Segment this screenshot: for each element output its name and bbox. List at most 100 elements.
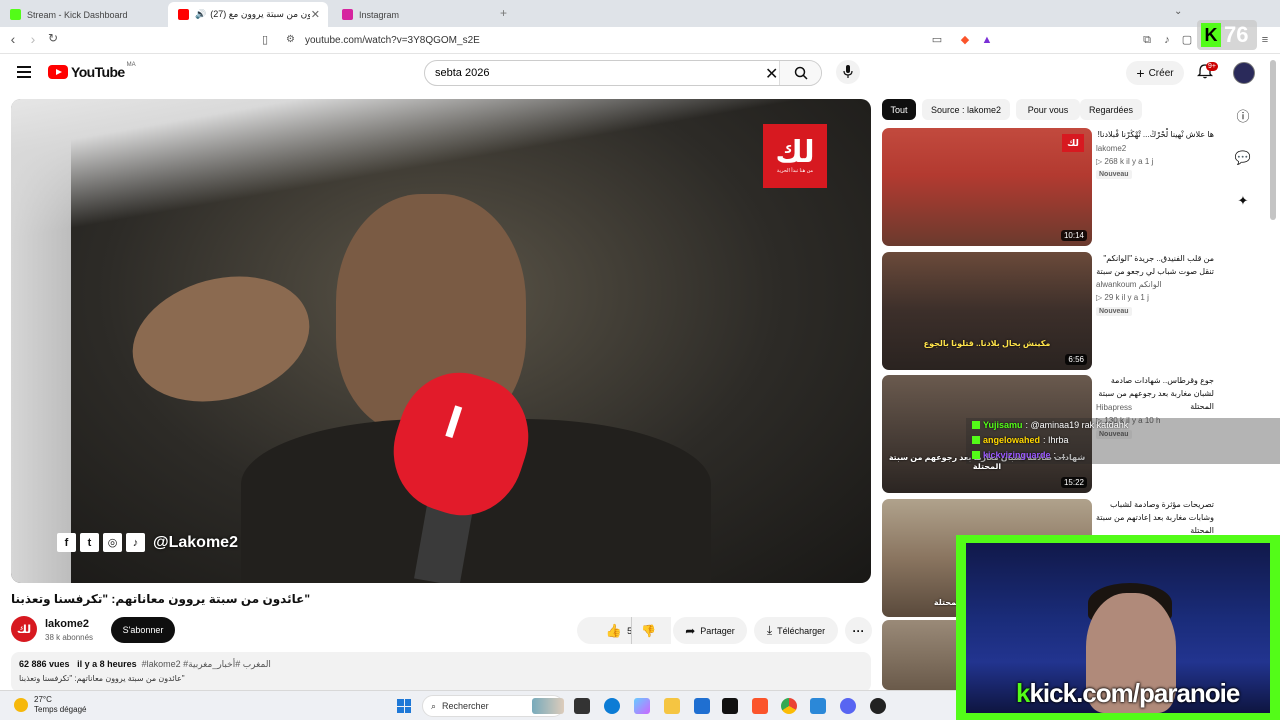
site-info-icon[interactable]: ⚙	[286, 34, 295, 45]
subscriber-count: 38 k abonnés	[45, 633, 94, 642]
brave-shield-icon[interactable]: ◆	[958, 33, 972, 47]
kick-badge-icon	[972, 421, 980, 429]
recommendation-title[interactable]: ها علاش نْهينا لْحْرْڭ... تْهْڭرْنا فْبل…	[1096, 128, 1214, 141]
tab-youtube-video[interactable]: 🔊 (27) عائدون من سبتة يروون مع... ✕	[168, 2, 328, 27]
brave-browser-icon[interactable]	[752, 698, 768, 714]
media-icon[interactable]: ♪	[1160, 33, 1174, 47]
channel-name[interactable]: lakome2	[45, 618, 89, 630]
close-tab-icon[interactable]: ✕	[311, 8, 320, 21]
chat-icon[interactable]: 💬	[1234, 149, 1252, 167]
kick-favicon-icon	[10, 9, 21, 20]
share-button[interactable]: ➦ Partager	[673, 617, 747, 644]
cast-icon[interactable]: ▭	[930, 33, 944, 47]
recommendation-channel[interactable]: lakome2	[1096, 144, 1126, 153]
forward-button[interactable]: ›	[24, 31, 42, 47]
recommendation-title[interactable]: تصريحات مؤثرة وصادمة لشباب وشابات مغاربة…	[1096, 498, 1214, 537]
hashtags[interactable]: #lakome2 #المغرب #أخبار_مغربية	[142, 659, 271, 669]
thumbs-up-icon: 👍	[605, 622, 623, 638]
youtube-logo[interactable]: YouTube MA	[48, 62, 136, 80]
kick-viewer-badge: K 76	[1197, 20, 1257, 50]
capcut-icon[interactable]	[722, 698, 738, 714]
kick-url-overlay: kkick.com/paranoie	[1016, 678, 1240, 709]
tab-kick-dashboard[interactable]: Stream - Kick Dashboard	[0, 2, 165, 27]
mail-icon[interactable]	[810, 698, 826, 714]
copilot-icon[interactable]	[634, 698, 650, 714]
browser-menu-icon[interactable]: ≡	[1258, 33, 1272, 47]
chevron-down-icon[interactable]: ⌄	[1174, 6, 1182, 17]
tab-label: (27) عائدون من سبتة يروون مع...	[210, 9, 311, 19]
new-badge: Nouveau	[1096, 170, 1132, 179]
store-icon[interactable]	[694, 698, 710, 714]
file-explorer-icon[interactable]	[664, 698, 680, 714]
youtube-header: YouTube MA ✕ + Créer 9+	[0, 54, 1268, 94]
channel-avatar[interactable]: لك	[11, 616, 37, 642]
recommendation-title[interactable]: من قلب الفنيدق.. جريدة "الوانكم" تنقل صو…	[1096, 252, 1214, 278]
search-box: ✕	[424, 60, 822, 86]
extensions-icon[interactable]: ⧉	[1140, 33, 1154, 47]
thumbnail-caption: مكينش بحال بلادنا.. قتلونا بالجوع	[923, 339, 1051, 348]
search-button[interactable]	[779, 61, 821, 85]
download-button[interactable]: ⤓ Télécharger	[754, 617, 838, 644]
new-tab-button[interactable]: +	[500, 6, 507, 20]
chat-username: kickvizinguarde	[983, 450, 1051, 460]
discord-icon[interactable]	[840, 698, 856, 714]
reload-button[interactable]: ↻	[44, 31, 62, 45]
weather-condition: Temps dégagé	[34, 705, 87, 714]
description-box[interactable]: 62 886 vues il y a 8 heures #lakome2 #ال…	[11, 652, 871, 692]
create-label: Créer	[1148, 67, 1174, 79]
search-highlight-icon[interactable]	[532, 698, 564, 714]
hamburger-menu-icon[interactable]	[17, 66, 31, 78]
browser-tab-bar: Stream - Kick Dashboard 🔊 (27) عائدون من…	[0, 0, 1280, 27]
chip-watched[interactable]: Regardées	[1080, 99, 1142, 120]
country-code: MA	[126, 62, 136, 68]
chrome-icon[interactable]	[781, 698, 797, 714]
clear-search-icon[interactable]: ✕	[765, 64, 778, 84]
create-button[interactable]: + Créer	[1126, 61, 1184, 85]
brave-rewards-icon[interactable]: ▲	[980, 33, 994, 47]
video-player[interactable]: ا لك من هنا تبدأ الحرية f t ◎ ♪ @Lakome2	[11, 99, 871, 583]
channel-watermark: لك من هنا تبدأ الحرية	[763, 124, 827, 188]
recommendation-channel[interactable]: alwankoum الوانكم	[1096, 280, 1162, 289]
back-button[interactable]: ‹	[4, 31, 22, 47]
chat-text: : Ihrba	[1043, 435, 1069, 445]
page-scrollbar[interactable]	[1270, 60, 1276, 220]
dislike-button[interactable]: 👎	[631, 617, 665, 644]
windows-start-icon[interactable]	[397, 699, 411, 713]
bookmark-icon[interactable]: ▯	[258, 33, 272, 47]
social-handles: f t ◎ ♪ @Lakome2	[57, 533, 238, 552]
sidebar-toggle-icon[interactable]: ▢	[1180, 33, 1194, 47]
voice-search-button[interactable]	[836, 60, 860, 84]
obs-icon[interactable]	[870, 698, 886, 714]
tab-instagram[interactable]: Instagram	[332, 2, 492, 27]
chat-message: angelowahed : Ihrba	[972, 435, 1069, 445]
download-icon: ⤓	[766, 623, 773, 637]
url-field[interactable]: ⚙ youtube.com/watch?v=3Y8QGOM_s2E	[280, 31, 1000, 50]
more-actions-button[interactable]: ···	[845, 617, 872, 644]
weather-widget[interactable]: 27°C Temps dégagé	[14, 695, 86, 715]
chat-username: angelowahed	[983, 435, 1041, 445]
chip-source[interactable]: Source : lakome2	[922, 99, 1010, 120]
sparkle-icon[interactable]: ✦	[1234, 192, 1252, 210]
search-icon: ⌕	[431, 700, 437, 711]
chat-text: : ...	[1053, 450, 1067, 460]
social-handle: @Lakome2	[153, 533, 238, 551]
kick-badge-icon	[972, 451, 980, 459]
recommendation-channel[interactable]: Hibapress	[1096, 403, 1132, 412]
video-duration: 15:22	[1060, 477, 1087, 488]
video-duration: 10:14	[1060, 230, 1087, 241]
kick-url-text: kick.com/paranoie	[1029, 678, 1240, 708]
recommendation-thumbnail[interactable]: لك 10:14	[882, 128, 1092, 246]
description-text: عائدون من سبتة يروون معاناتهم: "تكرفسنا …	[19, 674, 185, 683]
taskbar-search-placeholder: Rechercher	[442, 701, 489, 711]
chip-for-you[interactable]: Pour vous	[1016, 99, 1080, 120]
subscribe-button[interactable]: S'abonner	[111, 617, 175, 643]
search-input[interactable]	[435, 65, 755, 81]
user-avatar[interactable]	[1233, 62, 1255, 84]
info-icon[interactable]: ⓘ	[1234, 106, 1252, 124]
recommendation-thumbnail[interactable]: مكينش بحال بلادنا.. قتلونا بالجوع 6:56	[882, 252, 1092, 370]
edge-icon[interactable]	[604, 698, 620, 714]
chip-all[interactable]: Tout	[882, 99, 916, 120]
speaker-icon: 🔊	[195, 9, 207, 19]
task-view-icon[interactable]	[574, 698, 590, 714]
browser-address-bar: ‹ › ↻ ▯ ⚙ youtube.com/watch?v=3Y8QGOM_s2…	[0, 27, 1280, 54]
